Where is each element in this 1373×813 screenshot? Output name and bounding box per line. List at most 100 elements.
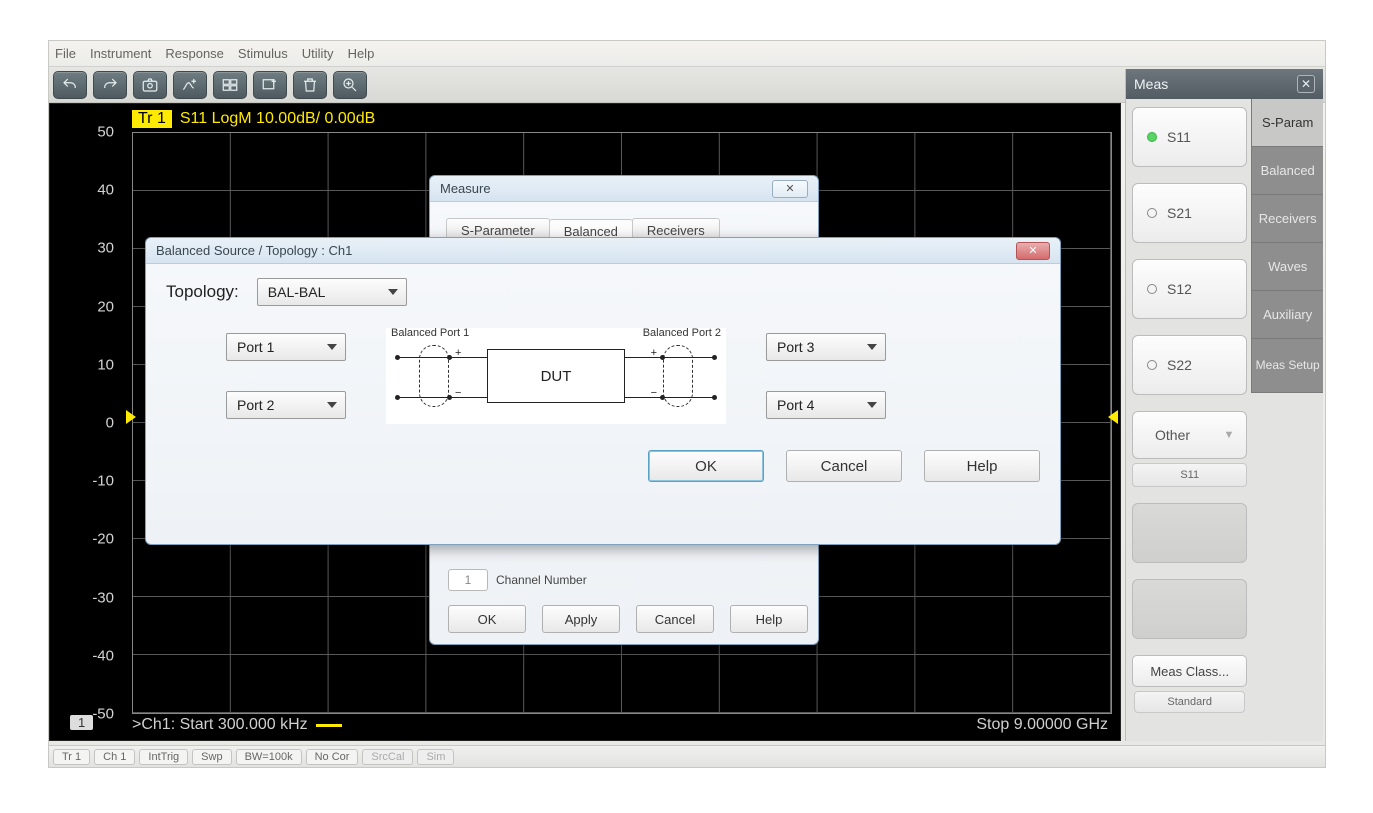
menu-file[interactable]: File <box>55 46 76 61</box>
trash-icon[interactable] <box>293 71 327 99</box>
radio-off-icon <box>1147 208 1157 218</box>
meas-panel-header: Meas ✕ <box>1126 69 1323 99</box>
dut-diagram: Balanced Port 1 Balanced Port 2 DUT <box>386 328 726 424</box>
other-label: Other <box>1155 427 1190 443</box>
menu-response[interactable]: Response <box>165 46 224 61</box>
add-trace-icon[interactable] <box>173 71 207 99</box>
active-flag-icon <box>316 724 342 727</box>
meas-s22-button[interactable]: S22 <box>1132 335 1247 395</box>
meas-class-button[interactable]: Meas Class... <box>1132 655 1247 687</box>
side-tab-balanced[interactable]: Balanced <box>1251 147 1323 195</box>
menu-instrument[interactable]: Instrument <box>90 46 151 61</box>
menu-help[interactable]: Help <box>348 46 375 61</box>
meas-item-label: S21 <box>1167 205 1192 221</box>
channel-start-label: >Ch1: Start 300.000 kHz <box>132 716 342 734</box>
port4-select[interactable]: Port 4 <box>766 391 886 419</box>
trace-format-label: S11 LogM 10.00dB/ 0.00dB <box>180 110 375 128</box>
menu-stimulus[interactable]: Stimulus <box>238 46 288 61</box>
y-tick: 50 <box>97 124 114 141</box>
y-tick: -30 <box>92 589 114 606</box>
y-tick: 0 <box>106 415 114 432</box>
status-sim[interactable]: Sim <box>417 749 454 765</box>
undo-icon[interactable] <box>53 71 87 99</box>
app-window: File Instrument Response Stimulus Utilit… <box>48 40 1326 768</box>
side-tab-receivers[interactable]: Receivers <box>1251 195 1323 243</box>
zoom-icon[interactable] <box>333 71 367 99</box>
balanced-port1-label: Balanced Port 1 <box>391 327 469 339</box>
y-tick: 20 <box>97 298 114 315</box>
meas-panel-title: Meas <box>1134 76 1168 92</box>
status-sweep[interactable]: Swp <box>192 749 231 765</box>
y-tick: -40 <box>92 647 114 664</box>
radio-off-icon <box>1147 360 1157 370</box>
channel-number-spinner[interactable]: 1 <box>448 569 488 591</box>
side-tab-waves[interactable]: Waves <box>1251 243 1323 291</box>
status-channel[interactable]: Ch 1 <box>94 749 135 765</box>
topology-label: Topology: <box>166 282 239 302</box>
y-tick: 10 <box>97 356 114 373</box>
meas-panel: Meas ✕ S11 S21 S12 S22 <box>1125 69 1323 741</box>
close-icon[interactable]: ✕ <box>1016 242 1050 260</box>
topology-ok-button[interactable]: OK <box>648 450 764 482</box>
meas-s12-button[interactable]: S12 <box>1132 259 1247 319</box>
meas-item-label: S12 <box>1167 281 1192 297</box>
redo-icon[interactable] <box>93 71 127 99</box>
measure-ok-button[interactable]: OK <box>448 605 526 633</box>
y-tick: -20 <box>92 531 114 548</box>
meas-s21-button[interactable]: S21 <box>1132 183 1247 243</box>
port1-select[interactable]: Port 1 <box>226 333 346 361</box>
menu-utility[interactable]: Utility <box>302 46 334 61</box>
side-tab-meas-setup[interactable]: Meas Setup <box>1251 339 1323 393</box>
chevron-down-icon: ▼ <box>1224 429 1235 441</box>
measure-apply-button[interactable]: Apply <box>542 605 620 633</box>
dut-box: DUT <box>487 349 625 403</box>
status-correction[interactable]: No Cor <box>306 749 359 765</box>
stop-freq-label: Stop 9.00000 GHz <box>976 716 1108 734</box>
empty-meas-slot <box>1132 579 1247 639</box>
close-icon[interactable]: ✕ <box>1297 75 1315 93</box>
topology-help-button[interactable]: Help <box>924 450 1040 482</box>
topology-dialog-titlebar[interactable]: Balanced Source / Topology : Ch1 ✕ <box>146 238 1060 264</box>
empty-meas-slot <box>1132 503 1247 563</box>
ref-marker-right-icon <box>1108 410 1118 424</box>
topology-dialog-title: Balanced Source / Topology : Ch1 <box>156 243 352 258</box>
ref-marker-left-icon <box>126 410 136 424</box>
side-tab-sparam[interactable]: S-Param <box>1251 99 1323 147</box>
add-window-icon[interactable] <box>253 71 287 99</box>
start-freq-label: >Ch1: Start 300.000 kHz <box>132 716 308 734</box>
radio-off-icon <box>1147 284 1157 294</box>
status-bandwidth[interactable]: BW=100k <box>236 749 302 765</box>
measure-dialog-titlebar[interactable]: Measure ✕ <box>430 176 818 202</box>
y-axis-labels: 50 40 30 20 10 0 -10 -20 -30 -40 -50 <box>50 132 124 714</box>
status-trigger[interactable]: IntTrig <box>139 749 188 765</box>
measure-cancel-button[interactable]: Cancel <box>636 605 714 633</box>
menu-bar: File Instrument Response Stimulus Utilit… <box>49 41 1325 67</box>
meas-other-sub[interactable]: S11 <box>1132 463 1247 487</box>
side-tab-auxiliary[interactable]: Auxiliary <box>1251 291 1323 339</box>
radio-on-icon <box>1147 132 1157 142</box>
meas-class-sub[interactable]: Standard <box>1134 691 1245 713</box>
meas-other-button[interactable]: Other ▼ <box>1132 411 1247 459</box>
y-tick: 40 <box>97 182 114 199</box>
measure-dialog-title: Measure <box>440 181 491 196</box>
topology-dialog: Balanced Source / Topology : Ch1 ✕ Topol… <box>145 237 1061 545</box>
status-srccal[interactable]: SrcCal <box>362 749 413 765</box>
measure-help-button[interactable]: Help <box>730 605 808 633</box>
port3-select[interactable]: Port 3 <box>766 333 886 361</box>
trace-label: Tr 1 S11 LogM 10.00dB/ 0.00dB <box>132 110 375 128</box>
balanced-port2-label: Balanced Port 2 <box>643 327 721 339</box>
topology-select[interactable]: BAL-BAL <box>257 278 407 306</box>
meas-s11-button[interactable]: S11 <box>1132 107 1247 167</box>
status-trace[interactable]: Tr 1 <box>53 749 90 765</box>
y-tick: 30 <box>97 240 114 257</box>
windows-icon[interactable] <box>213 71 247 99</box>
channel-number-label: Channel Number <box>496 573 587 587</box>
channel-badge[interactable]: 1 <box>70 715 93 730</box>
status-bar: Tr 1 Ch 1 IntTrig Swp BW=100k No Cor Src… <box>49 745 1325 767</box>
close-icon[interactable]: ✕ <box>772 180 808 198</box>
trace-id-chip: Tr 1 <box>132 110 172 128</box>
meas-item-label: S22 <box>1167 357 1192 373</box>
port2-select[interactable]: Port 2 <box>226 391 346 419</box>
camera-icon[interactable] <box>133 71 167 99</box>
topology-cancel-button[interactable]: Cancel <box>786 450 902 482</box>
